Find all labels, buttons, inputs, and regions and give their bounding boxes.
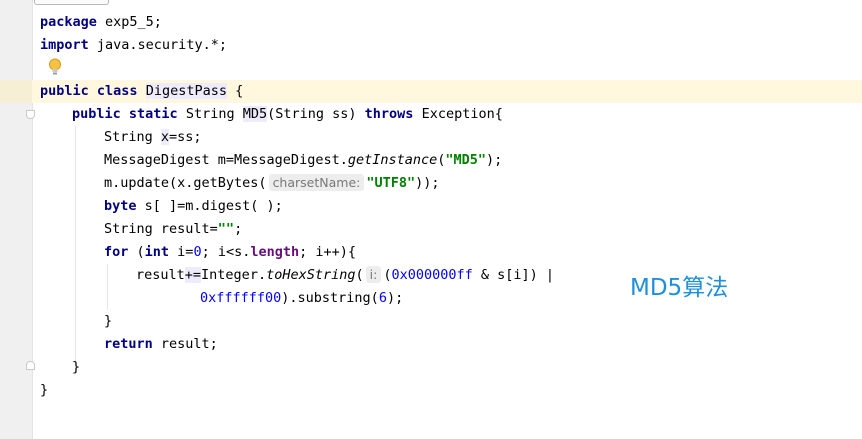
field-name: length	[250, 244, 300, 260]
code-line-package[interactable]: package exp5_5;	[40, 11, 162, 34]
code-text: result;	[152, 336, 218, 352]
code-line-substring[interactable]: 0xffffff00).substring(6);	[200, 287, 403, 310]
code-line-class-close[interactable]: }	[40, 379, 48, 402]
code-text: ;	[234, 221, 243, 237]
code-text: m.update(x.getBytes(	[104, 175, 267, 191]
code-line-for-close[interactable]: }	[104, 310, 112, 333]
code-text: {	[226, 83, 244, 99]
code-text: Exception{	[413, 106, 503, 122]
method-call: toHexString	[266, 267, 356, 283]
code-line-tohex[interactable]: result+=Integer.toHexString(i: (0x000000f…	[136, 264, 554, 287]
keyword: public	[72, 106, 121, 122]
code-text: =ss;	[169, 129, 202, 145]
code-text: }	[104, 313, 113, 329]
keyword: class	[96, 83, 138, 99]
string-literal: ""	[217, 221, 235, 237]
keyword: public	[40, 83, 89, 99]
code-text: Integer.	[201, 267, 267, 283]
code-text: & s[i]) |	[472, 267, 555, 283]
code-text: ; i<s.	[201, 244, 251, 260]
code-line-method-close[interactable]: }	[72, 356, 80, 379]
code-line-update[interactable]: m.update(x.getBytes(charsetName: "UTF8"))…	[104, 172, 440, 195]
indent-guide	[107, 264, 108, 310]
code-text: ; i++){	[299, 244, 357, 260]
editor-gutter[interactable]	[0, 0, 33, 439]
keyword: byte	[104, 198, 137, 214]
method-name: MD5	[242, 106, 268, 122]
code-line-for[interactable]: for (int i=0; i<s.length; i++){	[104, 241, 356, 264]
code-line-byte[interactable]: byte s[ ]=m.digest( );	[104, 195, 283, 218]
code-text: i=	[169, 244, 194, 260]
code-line-import[interactable]: import java.security.*;	[40, 34, 227, 57]
string-literal: "UTF8"	[366, 175, 416, 191]
code-text: (String ss)	[267, 106, 365, 122]
editor-tab-stub[interactable]	[34, 0, 109, 5]
code-text: ));	[415, 175, 440, 191]
number-literal: 0x000000ff	[391, 267, 473, 283]
annotation-label: MD5算法	[630, 275, 729, 301]
keyword: int	[144, 244, 170, 260]
code-line-messagedigest[interactable]: MessageDigest m=MessageDigest.getInstanc…	[104, 149, 502, 172]
code-text: exp5_5;	[96, 14, 162, 30]
keyword: for	[104, 244, 129, 260]
number-literal: 0xffffff00	[200, 290, 282, 306]
keyword: package	[40, 14, 97, 30]
keyword: return	[104, 336, 153, 352]
code-text: MessageDigest m=MessageDigest.	[104, 152, 348, 168]
class-name: DigestPass	[145, 83, 227, 99]
code-text: );	[486, 152, 503, 168]
code-line-method-decl[interactable]: public static String MD5(String ss) thro…	[72, 103, 503, 126]
fold-marker-method-start[interactable]	[26, 110, 35, 119]
operator: +=	[184, 267, 202, 283]
code-text: );	[386, 290, 404, 306]
code-text: }	[72, 359, 81, 375]
code-text: (	[355, 267, 364, 283]
code-line-result[interactable]: String result="";	[104, 218, 242, 241]
keyword: static	[128, 106, 178, 122]
code-text: }	[40, 382, 49, 398]
code-line-class-decl[interactable]: public class DigestPass {	[40, 80, 243, 103]
lightbulb-icon[interactable]	[48, 58, 62, 76]
number-literal: 0	[193, 244, 202, 260]
code-text: String result=	[104, 221, 218, 237]
string-literal: "MD5"	[445, 152, 487, 168]
fold-marker-method-end[interactable]	[26, 361, 35, 370]
caret-line-gutter	[0, 80, 32, 103]
code-line-return[interactable]: return result;	[104, 333, 218, 356]
code-text: (	[128, 244, 145, 260]
code-text: ).substring(	[281, 290, 379, 306]
code-text: String	[177, 106, 243, 122]
number-literal: 6	[378, 290, 387, 306]
variable-x: x	[160, 129, 170, 145]
parameter-hint: i:	[365, 266, 382, 283]
code-text: s[ ]=m.digest( );	[136, 198, 283, 214]
code-text: java.security.*;	[88, 37, 227, 53]
keyword: throws	[364, 106, 414, 122]
code-line-string-x[interactable]: String x=ss;	[104, 126, 202, 149]
indent-guide	[75, 126, 76, 373]
parameter-hint: charsetName:	[268, 174, 365, 191]
code-text: String	[104, 129, 161, 145]
code-text: result	[136, 267, 185, 283]
keyword: import	[40, 37, 89, 53]
method-call: getInstance	[347, 152, 438, 168]
